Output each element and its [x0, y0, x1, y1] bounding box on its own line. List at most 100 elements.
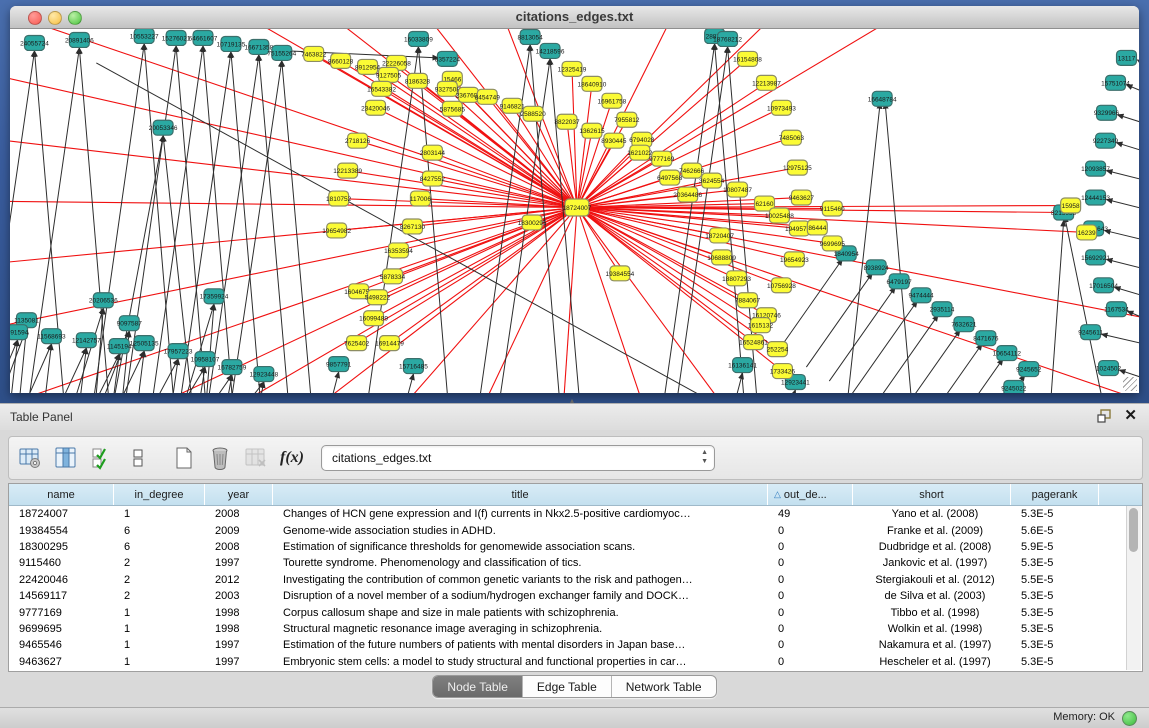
graph-node-label: 15276021 [162, 35, 191, 42]
table-cell: 0 [768, 541, 853, 553]
graph-node-label: 7884067 [735, 298, 761, 305]
graph-node-label: 8813054 [518, 34, 544, 41]
graph-node-label: 8471676 [973, 336, 999, 343]
graph-node-label: 18768212 [713, 36, 742, 43]
table-cell: 19384554 [9, 525, 114, 537]
table-row[interactable]: 1456911722003Disruption of a novel membe… [9, 588, 1142, 604]
graph-node-label: 9329966 [1094, 110, 1120, 117]
graph-node-label: 10688809 [707, 255, 736, 262]
split-handle-icon[interactable]: ▴ [570, 398, 579, 403]
graph-node-label: 6794028 [629, 137, 655, 144]
graph-node-label: 1733426 [770, 369, 796, 376]
column-header-year[interactable]: year [205, 484, 273, 505]
new-table-icon[interactable] [169, 443, 199, 473]
graph-node-label: 9245652 [1016, 367, 1042, 374]
table-settings-icon[interactable] [15, 443, 45, 473]
table-cell: 5.5E-5 [1011, 574, 1099, 586]
graph-node-label: 391594 [10, 330, 29, 337]
memory-status-label: Memory: OK [1053, 711, 1115, 723]
graph-node-label: 16136141 [728, 363, 757, 370]
network-canvas[interactable]: 1872400724055724208914061055322715276021… [10, 29, 1139, 393]
table-cell: Jankovic et al. (1997) [853, 557, 1011, 569]
table-cell: 1 [114, 607, 205, 619]
tab-node-table[interactable]: Node Table [433, 676, 523, 697]
table-cell: 6 [114, 525, 205, 537]
table-selector-dropdown[interactable]: citations_edges.txt ▲▼ [321, 445, 715, 471]
network-window-titlebar[interactable]: citations_edges.txt [10, 6, 1139, 29]
column-header-pagerank[interactable]: pagerank [1011, 484, 1099, 505]
table-row[interactable]: 1872400712008Changes of HCN gene express… [9, 506, 1142, 522]
table-cell: Disruption of a novel member of a sodium… [273, 590, 768, 602]
tab-network-table[interactable]: Network Table [612, 676, 716, 697]
table-cell: 5.3E-5 [1011, 607, 1099, 619]
graph-node-label: 1840954 [834, 251, 860, 258]
column-header-out_de[interactable]: △out_de... [768, 484, 853, 505]
column-header-short[interactable]: short [853, 484, 1011, 505]
table-cell: 49 [768, 508, 853, 520]
show-column-icon[interactable] [51, 443, 81, 473]
table-cell: 18300295 [9, 541, 114, 553]
close-panel-icon[interactable]: ✕ [1124, 408, 1137, 424]
column-header-in_degree[interactable]: in_degree [114, 484, 205, 505]
table-row[interactable]: 977716911998Corpus callosum shape and si… [9, 604, 1142, 620]
graph-node-label: 9097587 [117, 321, 143, 328]
table-cell: 1 [114, 639, 205, 651]
table-cell: 0 [768, 607, 853, 619]
graph-node-label: 117006 [410, 196, 432, 203]
table-row[interactable]: 1830029562008Estimation of significance … [9, 539, 1142, 555]
table-row[interactable]: 946554611997Estimation of the future num… [9, 637, 1142, 653]
row-height-icon[interactable] [123, 443, 153, 473]
graph-node-label: 18807293 [722, 276, 751, 283]
graph-node-label: 7955812 [614, 117, 640, 124]
graph-node-label: 16099489 [359, 316, 388, 323]
table-cell: 1998 [205, 607, 273, 619]
graph-node-label: 22226058 [382, 60, 411, 67]
table-panel-header: ▴ Table Panel ✕ [0, 403, 1149, 432]
dropdown-stepper-icon: ▲▼ [701, 449, 708, 466]
table-cell: 5.9E-5 [1011, 541, 1099, 553]
desktop-background: citations_edges.txt 18724007240557242089… [0, 0, 1149, 403]
graph-node-label: 7632621 [951, 322, 977, 329]
table-row[interactable]: 2242004622012Investigating the contribut… [9, 572, 1142, 588]
graph-node-label: 14218596 [536, 48, 565, 55]
scrollbar-thumb[interactable] [1129, 508, 1138, 552]
select-rows-icon[interactable] [87, 443, 117, 473]
graph-node-label: 1615132 [748, 323, 774, 330]
graph-node-label: 12325419 [558, 66, 587, 73]
graph-node-label: 10025488 [765, 213, 794, 220]
graph-node-label: 8822037 [554, 119, 580, 126]
table-row[interactable]: 946362711997Embryonic stem cells: a mode… [9, 654, 1142, 670]
table-cell: 2 [114, 574, 205, 586]
table-header-row[interactable]: namein_degreeyeartitle△out_de...shortpag… [9, 484, 1142, 506]
graph-node-label: 17957223 [164, 349, 193, 356]
table-cell: Genome-wide association studies in ADHD. [273, 525, 768, 537]
vertical-scrollbar[interactable] [1126, 506, 1141, 670]
graph-node-label: 18720407 [705, 233, 734, 240]
tab-edge-table[interactable]: Edge Table [523, 676, 612, 697]
graph-node-label: 9463627 [789, 195, 815, 202]
delete-table-icon[interactable] [205, 443, 235, 473]
graph-node-label: 10807487 [723, 187, 752, 194]
column-header-title[interactable]: title [273, 484, 768, 505]
graph-node-label: 19654982 [322, 228, 351, 235]
table-cell: 1 [114, 623, 205, 635]
table-row[interactable]: 911546021997Tourette syndrome. Phenomeno… [9, 555, 1142, 571]
table-row[interactable]: 969969511998Structural magnetic resonanc… [9, 621, 1142, 637]
table-cell: 0 [768, 639, 853, 651]
table-body[interactable]: 1872400712008Changes of HCN gene express… [9, 506, 1142, 670]
graph-node-label: 13117 [1118, 55, 1136, 62]
function-builder-icon[interactable]: f(x) [277, 443, 307, 473]
table-row[interactable]: 1938455462009Genome-wide association stu… [9, 522, 1142, 538]
resize-grip-icon[interactable] [1123, 377, 1137, 391]
table-cell: Wolkin et al. (1998) [853, 623, 1011, 635]
graph-node-label: 8267130 [400, 224, 426, 231]
table-cell: Franke et al. (2009) [853, 525, 1011, 537]
table-cell: Yano et al. (2008) [853, 508, 1011, 520]
graph-node-label: 17359924 [200, 294, 229, 301]
graph-node-label: 8454749 [475, 94, 501, 101]
float-panel-icon[interactable] [1097, 409, 1112, 423]
graph-node-label: 9777169 [649, 156, 675, 163]
table-cell: 0 [768, 525, 853, 537]
graph-node-label: 23420046 [361, 105, 390, 112]
column-header-name[interactable]: name [9, 484, 114, 505]
